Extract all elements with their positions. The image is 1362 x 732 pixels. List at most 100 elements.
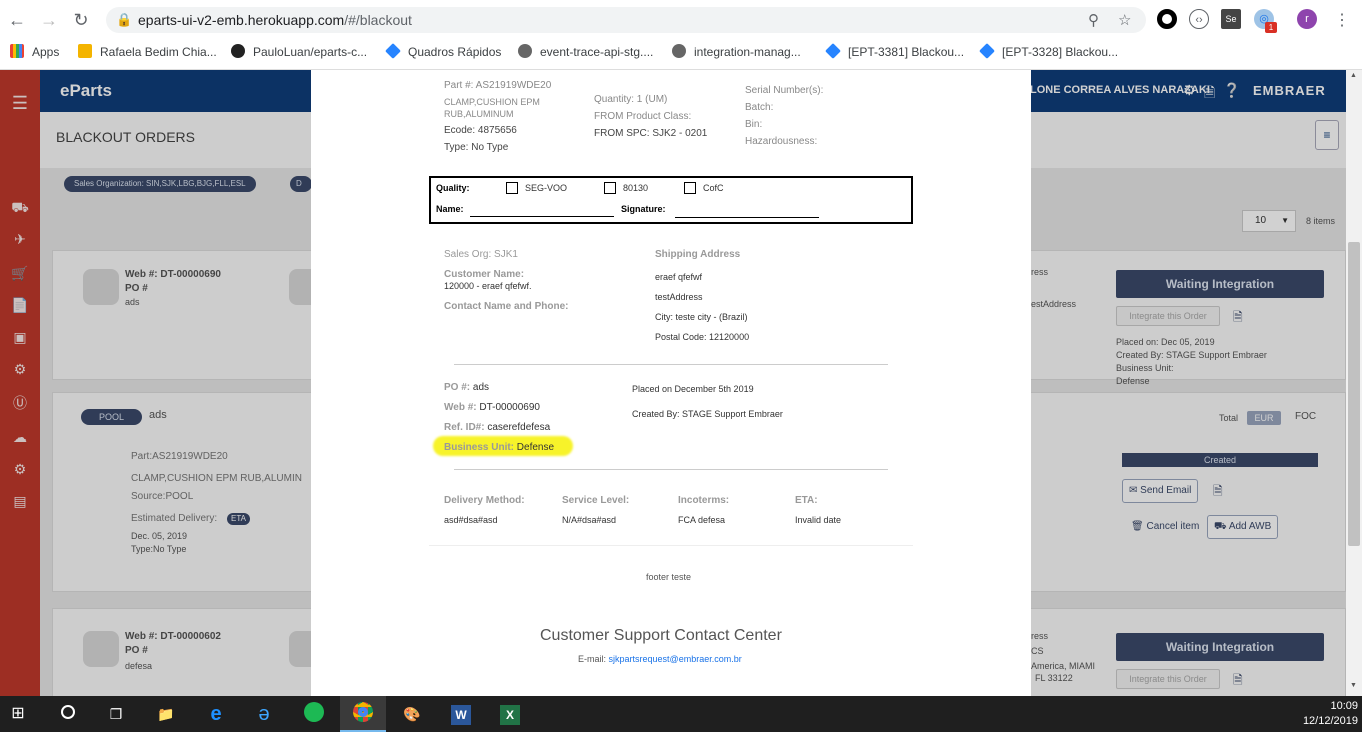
globe-icon <box>518 44 532 58</box>
name-label: Name: <box>436 204 464 214</box>
business-unit-row: Business Unit: Defense <box>444 442 555 453</box>
browser-chrome: ← → ↻ 🔒 eparts-ui-v2-emb.herokuapp.com/#… <box>0 0 1362 70</box>
github-icon <box>231 44 245 58</box>
clock-time: 10:09 <box>1330 700 1358 712</box>
delivery-method-value: asd#dsa#asd <box>444 515 498 525</box>
customer-name-value: 120000 - eraef qfefwf. <box>444 281 532 291</box>
quality-option: 80130 <box>623 183 649 193</box>
created-by: Created By: STAGE Support Embraer <box>632 409 783 419</box>
from-product-class: FROM Product Class: <box>594 111 692 122</box>
system-clock[interactable]: 10:09 12/12/2019 <box>1296 699 1358 729</box>
batch: Batch: <box>745 102 774 113</box>
quality-option: CofC <box>703 183 724 193</box>
checkbox-80130[interactable] <box>604 182 616 194</box>
contact-email-row: E-mail: sjkpartsrequest@embraer.com.br <box>578 654 742 664</box>
part-type: Type: No Type <box>444 142 509 153</box>
internet-explorer-icon[interactable]: ə <box>252 702 276 726</box>
checkbox-cofc[interactable] <box>684 182 696 194</box>
checkbox-seg-voo[interactable] <box>506 182 518 194</box>
bookmark-5[interactable]: integration-manag... <box>672 44 801 59</box>
extension-code-icon[interactable]: ‹› <box>1189 9 1209 29</box>
ref-row: Ref. ID#: caserefdefesa <box>444 422 551 433</box>
bookmarks-bar: Apps Rafaela Bedim Chia... PauloLuan/epa… <box>0 40 1362 64</box>
jira-icon <box>825 43 841 59</box>
quality-signature-box: Quality: SEG-VOO 80130 CofC Name: Signat… <box>429 176 913 224</box>
lock-icon: 🔒 <box>116 12 133 27</box>
bookmark-7[interactable]: [EPT-3328] Blackou... <box>979 43 1118 59</box>
jira-icon <box>385 43 401 59</box>
from-spc: FROM SPC: SJK2 - 0201 <box>594 128 708 139</box>
notification-badge: 1 <box>1265 22 1277 33</box>
delivery-method-label: Delivery Method: <box>444 495 525 506</box>
signature-line <box>675 217 819 218</box>
serial-numbers: Serial Number(s): <box>745 85 824 96</box>
ship-line2: testAddress <box>655 292 703 302</box>
search-circle-icon[interactable] <box>56 702 80 726</box>
excel-icon[interactable]: X <box>498 702 522 726</box>
part-desc-line2: RUB,ALUMINUM <box>444 109 514 119</box>
divider <box>454 469 888 470</box>
menu-dots-icon[interactable]: ⋮ <box>1334 10 1350 30</box>
bookmark-3[interactable]: Quadros Rápidos <box>385 43 501 59</box>
scroll-up-icon[interactable]: ▲ <box>1350 72 1357 79</box>
eta-label: ETA: <box>795 495 818 506</box>
customer-name-label: Customer Name: <box>444 269 525 280</box>
contact-email-link[interactable]: sjkpartsrequest@embraer.com.br <box>609 654 742 664</box>
shipping-address-label: Shipping Address <box>655 249 741 260</box>
quality-option: SEG-VOO <box>525 183 568 193</box>
divider <box>429 545 913 546</box>
extension-circle-icon[interactable] <box>1157 9 1177 29</box>
ship-line1: eraef qfefwf <box>655 272 703 282</box>
sales-org: Sales Org: SJK1 <box>444 249 518 260</box>
page-scrollbar[interactable]: ▲ ▼ <box>1346 70 1362 696</box>
task-view-icon[interactable]: ❐ <box>104 702 128 726</box>
windows-start-icon[interactable]: ⊞ <box>6 702 30 726</box>
po-row: PO #: ads <box>444 382 490 393</box>
profile-avatar[interactable]: r <box>1297 9 1317 29</box>
zoom-icon[interactable]: ⚲ <box>1088 11 1099 29</box>
back-icon[interactable]: ← <box>6 9 28 31</box>
service-level-label: Service Level: <box>562 495 630 506</box>
globe-icon <box>672 44 686 58</box>
spotify-icon[interactable] <box>302 702 326 726</box>
incoterms-value: FCA defesa <box>678 515 726 525</box>
word-icon[interactable]: W <box>449 702 473 726</box>
windows-taskbar: ⊞ ❐ 📁 e ə 🎨 W X 10:09 12/12/2019 <box>0 696 1362 732</box>
name-line <box>470 216 614 217</box>
address-bar[interactable]: 🔒 eparts-ui-v2-emb.herokuapp.com/#/black… <box>106 7 1146 33</box>
web-row: Web #: DT-00000690 <box>444 402 540 413</box>
bookmark-star-icon[interactable]: ☆ <box>1118 11 1131 29</box>
quantity: Quantity: 1 (UM) <box>594 94 668 105</box>
bookmark-4[interactable]: event-trace-api-stg.... <box>518 44 653 59</box>
service-level-value: N/A#dsa#asd <box>562 515 617 525</box>
bookmark-1[interactable]: Rafaela Bedim Chia... <box>78 44 217 59</box>
url-text: eparts-ui-v2-emb.herokuapp.com/#/blackou… <box>138 12 412 28</box>
file-explorer-icon[interactable]: 📁 <box>154 702 178 726</box>
ship-postal: Postal Code: 12120000 <box>655 332 750 342</box>
part-desc-line1: CLAMP,CUSHION EPM <box>444 97 540 107</box>
part-number: Part #: AS21919WDE20 <box>444 80 552 91</box>
hazardousness: Hazardousness: <box>745 136 818 147</box>
scrollbar-thumb[interactable] <box>1348 242 1360 546</box>
forward-icon[interactable]: → <box>38 9 60 31</box>
bookmark-6[interactable]: [EPT-3381] Blackou... <box>825 43 964 59</box>
apps-grid-icon <box>10 44 24 58</box>
eta-value: Invalid date <box>795 515 842 525</box>
bin: Bin: <box>745 119 763 130</box>
divider <box>454 364 888 365</box>
contact-center-title: Customer Support Contact Center <box>540 627 782 644</box>
bookmark-apps[interactable]: Apps <box>10 44 59 59</box>
footer-text: footer teste <box>646 572 692 582</box>
order-print-modal: Part #: AS21919WDE20 CLAMP,CUSHION EPM R… <box>311 70 1031 696</box>
paint-icon[interactable]: 🎨 <box>400 702 424 726</box>
signature-label: Signature: <box>621 204 666 214</box>
chrome-icon[interactable] <box>351 702 375 726</box>
scroll-down-icon[interactable]: ▼ <box>1350 682 1357 689</box>
edge-icon[interactable]: e <box>204 702 228 726</box>
placed-on: Placed on December 5th 2019 <box>632 384 754 394</box>
bookmark-2[interactable]: PauloLuan/eparts-c... <box>231 44 367 59</box>
selenium-extension-icon[interactable]: Se <box>1221 9 1241 29</box>
ship-city: City: teste city - (Brazil) <box>655 312 748 322</box>
clock-date: 12/12/2019 <box>1302 715 1358 727</box>
reload-icon[interactable]: ↻ <box>70 9 92 31</box>
